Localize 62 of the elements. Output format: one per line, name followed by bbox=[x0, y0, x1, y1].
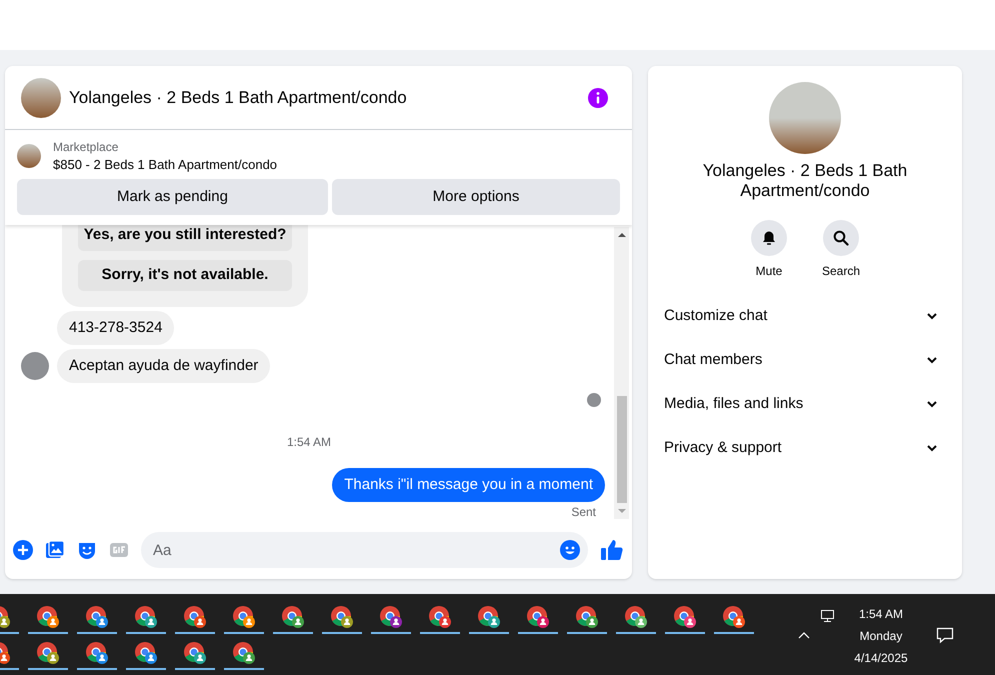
scroll-up-icon[interactable] bbox=[618, 231, 626, 239]
emoji-icon[interactable] bbox=[560, 540, 580, 560]
browser-profile-icon bbox=[428, 605, 452, 629]
message-bubble: Aceptan ayuda de wayfinder bbox=[57, 349, 270, 383]
sticker-icon[interactable] bbox=[77, 540, 97, 560]
browser-profile-icon bbox=[36, 605, 60, 629]
quick-reply-button[interactable]: Sorry, it's not available. bbox=[78, 260, 292, 291]
browser-profile-icon bbox=[526, 605, 550, 629]
notification-icon[interactable] bbox=[936, 626, 954, 644]
listing-photo bbox=[21, 78, 61, 118]
browser-profile-icon bbox=[574, 605, 598, 629]
search-icon bbox=[833, 230, 849, 246]
search-button[interactable] bbox=[823, 220, 859, 256]
browser-profile-icon bbox=[134, 641, 158, 665]
message-bubble: Thanks i"il message you in a moment bbox=[332, 468, 605, 502]
message-bubble: 413-278-3524 bbox=[57, 311, 174, 345]
browser-profile-icon bbox=[624, 605, 648, 629]
seen-avatar bbox=[587, 393, 601, 407]
message-status: Sent bbox=[571, 504, 596, 521]
quick-reply-button[interactable]: Yes, are you still interested? bbox=[78, 225, 292, 251]
section-row[interactable]: Chat members bbox=[656, 338, 954, 382]
clock-time[interactable]: 1:54 AM bbox=[858, 603, 904, 625]
browser-profile-icon bbox=[672, 605, 696, 629]
browser-profile-icon bbox=[182, 641, 206, 665]
timestamp: 1:54 AM bbox=[286, 434, 332, 451]
browser-profile-icon bbox=[134, 605, 158, 629]
browser-profile-icon bbox=[84, 605, 108, 629]
browser-profile-icon bbox=[476, 605, 500, 629]
avatar bbox=[21, 352, 49, 380]
like-icon[interactable] bbox=[600, 538, 624, 562]
browser-profile-icon bbox=[378, 605, 402, 629]
info-icon[interactable] bbox=[588, 88, 608, 108]
action-label: Search bbox=[822, 263, 860, 280]
more-options-button[interactable]: More options bbox=[332, 179, 620, 215]
mark-pending-button[interactable]: Mark as pending bbox=[17, 179, 328, 215]
details-title: Yolangeles · 2 Beds 1 Bath Apartment/condo bbox=[702, 161, 908, 201]
browser-profile-icon bbox=[330, 605, 354, 629]
browser-profile-icon bbox=[182, 605, 206, 629]
bell-icon bbox=[761, 230, 777, 246]
listing-description: $850 - 2 Beds 1 Bath Apartment/condo bbox=[53, 156, 278, 174]
scrollbar-thumb[interactable] bbox=[616, 396, 626, 503]
action-label: Mute bbox=[756, 263, 782, 280]
listing-source: Marketplace bbox=[53, 139, 120, 156]
browser-profile-icon bbox=[722, 605, 746, 629]
network-icon[interactable] bbox=[820, 608, 836, 624]
browser-profile-icon bbox=[280, 605, 304, 629]
browser-profile-icon bbox=[232, 641, 256, 665]
browser-profile-icon bbox=[84, 641, 108, 665]
chat-title: Yolangeles · 2 Beds 1 Bath Apartment/condo bbox=[69, 86, 407, 109]
section-row[interactable]: Privacy & support bbox=[656, 426, 954, 470]
mute-button[interactable] bbox=[751, 220, 787, 256]
clock-date[interactable]: 4/14/2025 bbox=[854, 647, 908, 669]
listing-photo bbox=[17, 144, 41, 168]
clock-day[interactable]: Monday bbox=[860, 625, 902, 647]
section-row[interactable]: Customize chat bbox=[656, 294, 954, 338]
browser-profile-icon bbox=[232, 605, 256, 629]
scrollbar[interactable] bbox=[614, 227, 629, 519]
photo-icon[interactable] bbox=[45, 540, 65, 560]
section-row[interactable]: Media, files and links bbox=[656, 382, 954, 426]
message-field[interactable]: Aa bbox=[141, 532, 588, 568]
browser-profile-icon bbox=[36, 641, 60, 665]
add-icon[interactable] bbox=[13, 540, 33, 560]
